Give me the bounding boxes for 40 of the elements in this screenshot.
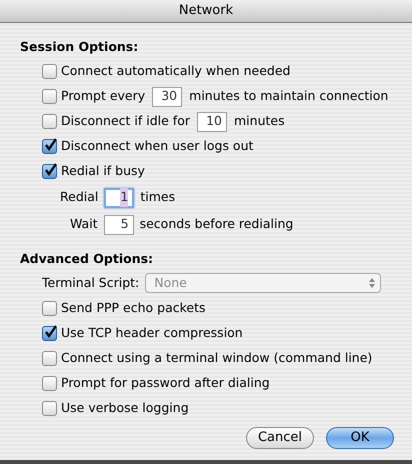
checkmark-icon [44, 138, 57, 151]
checkbox[interactable] [42, 401, 57, 416]
unit-label: seconds before redialing [140, 215, 294, 234]
checkbox-label: Prompt for password after dialing [61, 374, 270, 392]
checkbox-label: Use TCP header compression [61, 324, 243, 342]
checkbox[interactable] [42, 376, 57, 391]
checkbox[interactable] [42, 64, 57, 79]
unit-label: times [140, 188, 176, 206]
checkbox[interactable] [42, 164, 57, 179]
number-field[interactable]: 30 [152, 86, 182, 106]
checkbox[interactable] [42, 89, 57, 104]
unit-label: minutes to maintain connection [189, 87, 388, 106]
checkbox-label: Disconnect when user logs out [61, 137, 254, 156]
checkbox-label: Send PPP echo packets [61, 299, 206, 318]
cancel-button[interactable]: Cancel [246, 427, 314, 449]
checkbox-label: Redial if busy [61, 162, 145, 180]
checkbox[interactable] [42, 139, 57, 154]
checkbox[interactable] [42, 114, 57, 129]
unit-label: minutes [234, 112, 285, 130]
section-heading: Session Options: [19, 38, 138, 56]
window-title: Network [178, 2, 234, 20]
checkbox-label: Disconnect if idle for [61, 112, 190, 130]
checkbox[interactable] [42, 351, 57, 366]
field-label: Terminal Script: [42, 274, 140, 292]
ok-button[interactable]: OK [326, 427, 394, 449]
checkmark-icon [44, 163, 57, 176]
checkbox[interactable] [42, 301, 57, 316]
number-field[interactable]: 5 [104, 214, 134, 234]
checkbox-label: Connect automatically when needed [61, 62, 290, 80]
section-heading: Advanced Options: [19, 250, 154, 268]
checkbox[interactable] [42, 326, 57, 341]
checkbox-label: Use verbose logging [61, 399, 189, 418]
field-label: Wait [70, 215, 98, 234]
checkmark-icon [44, 325, 57, 338]
number-field[interactable]: 1 [104, 188, 134, 208]
checkbox-label: Connect using a terminal window (command line) [61, 349, 372, 368]
stepper-arrows-icon [368, 277, 376, 289]
number-field[interactable]: 10 [197, 112, 227, 132]
checkbox-label: Prompt every [61, 87, 146, 106]
field-label: Redial [60, 188, 98, 206]
